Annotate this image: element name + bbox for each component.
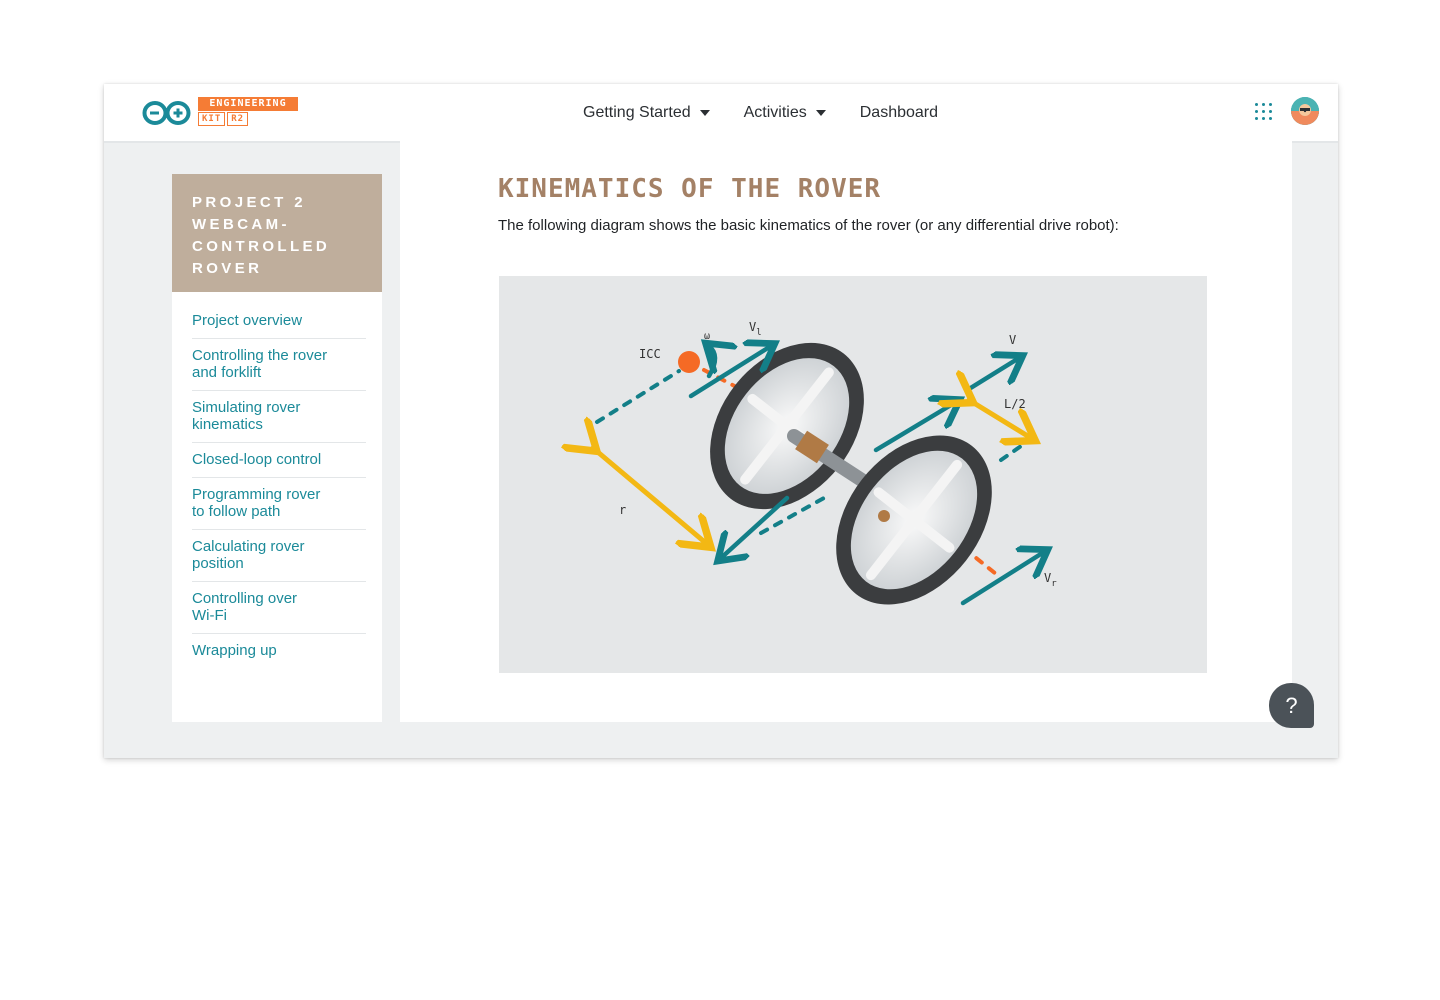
nav-getting-started-label: Getting Started [583,103,691,121]
lesson-closed-loop-control[interactable]: Closed-loop control [192,443,366,478]
lesson-simulating-rover-kinematics[interactable]: Simulating rover kinematics [192,391,366,443]
label-v-right: Vr [1044,571,1057,589]
page-title: KINEMATICS OF THE ROVER [498,174,882,204]
project-heading-line: CONTROLLED [192,238,331,255]
lesson-project-overview[interactable]: Project overview [192,304,366,339]
lesson-label: Wi-Fi [192,607,227,624]
lesson-controlling-over-wifi[interactable]: Controlling over Wi-Fi [192,582,366,634]
lesson-wrapping-up[interactable]: Wrapping up [192,634,366,668]
lesson-label: Controlling over [192,590,298,607]
grid-apps-icon[interactable] [1255,103,1273,121]
nav-activities[interactable]: Activities [744,104,826,122]
lesson-content: KINEMATICS OF THE ROVER The following di… [400,141,1292,722]
label-icc: ICC [639,347,661,361]
lesson-label: Controlling the rover [192,347,328,364]
lesson-description: The following diagram shows the basic ki… [498,217,1119,234]
logo-badge-kit: KIT R2 [198,112,250,126]
app-window: ENGINEERING KIT R2 Getting Started Activ… [104,84,1338,758]
label-half-length: L/2 [1004,397,1026,411]
user-avatar[interactable] [1291,97,1319,125]
nav-getting-started[interactable]: Getting Started [583,104,710,122]
project-heading-line: WEBCAM- [192,216,290,233]
label-v: V [1009,333,1016,347]
label-v-left: Vl [749,320,762,338]
lesson-label: Wrapping up [192,642,277,659]
lesson-label: and forklift [192,364,262,381]
lesson-label: Simulating rover [192,399,301,416]
logo-badge-engineering: ENGINEERING [198,97,298,111]
label-omega: ω [704,331,710,342]
lesson-label: Project overview [192,312,303,329]
engineering-kit-logo[interactable]: ENGINEERING KIT R2 [142,96,302,130]
lesson-calculating-rover-position[interactable]: Calculating rover position [192,530,366,582]
project-heading-line: ROVER [192,260,263,277]
nav-dashboard[interactable]: Dashboard [860,104,938,122]
lesson-label: kinematics [192,416,263,433]
logo-kit-label: KIT [198,112,226,126]
nav-activities-label: Activities [743,103,807,121]
main-nav: Getting Started Activities Dashboard [583,84,972,141]
lesson-programming-rover-path[interactable]: Programming rover to follow path [192,478,366,530]
kinematics-diagram: ICC ω Vl V L/2 r Vr [499,276,1207,673]
lesson-list: Project overview Controlling the rover a… [172,292,382,668]
caret-down-icon [815,109,826,116]
avatar-icon [1291,97,1319,125]
top-navigation-bar: ENGINEERING KIT R2 Getting Started Activ… [104,84,1338,143]
lesson-label: to follow path [192,503,281,520]
project-heading-line: PROJECT 2 [192,194,306,211]
nav-dashboard-label: Dashboard [859,103,939,121]
logo-version-label: R2 [227,112,249,126]
arduino-infinity-icon [142,101,191,125]
label-radius: r [619,503,626,517]
lesson-label: Closed-loop control [192,451,322,468]
kinematics-diagram-svg: ICC ω Vl V L/2 r Vr [499,320,1057,606]
lesson-label: Programming rover [192,486,321,503]
help-button[interactable]: ? [1269,683,1314,728]
lesson-label: Calculating rover [192,538,305,555]
icc-point [678,351,700,373]
lesson-label: position [192,555,244,572]
lesson-controlling-rover-forklift[interactable]: Controlling the rover and forklift [192,339,366,391]
caret-down-icon [699,109,710,116]
project-heading: PROJECT 2 WEBCAM- CONTROLLED ROVER [172,174,382,292]
project-sidebar: PROJECT 2 WEBCAM- CONTROLLED ROVER Proje… [172,174,382,722]
